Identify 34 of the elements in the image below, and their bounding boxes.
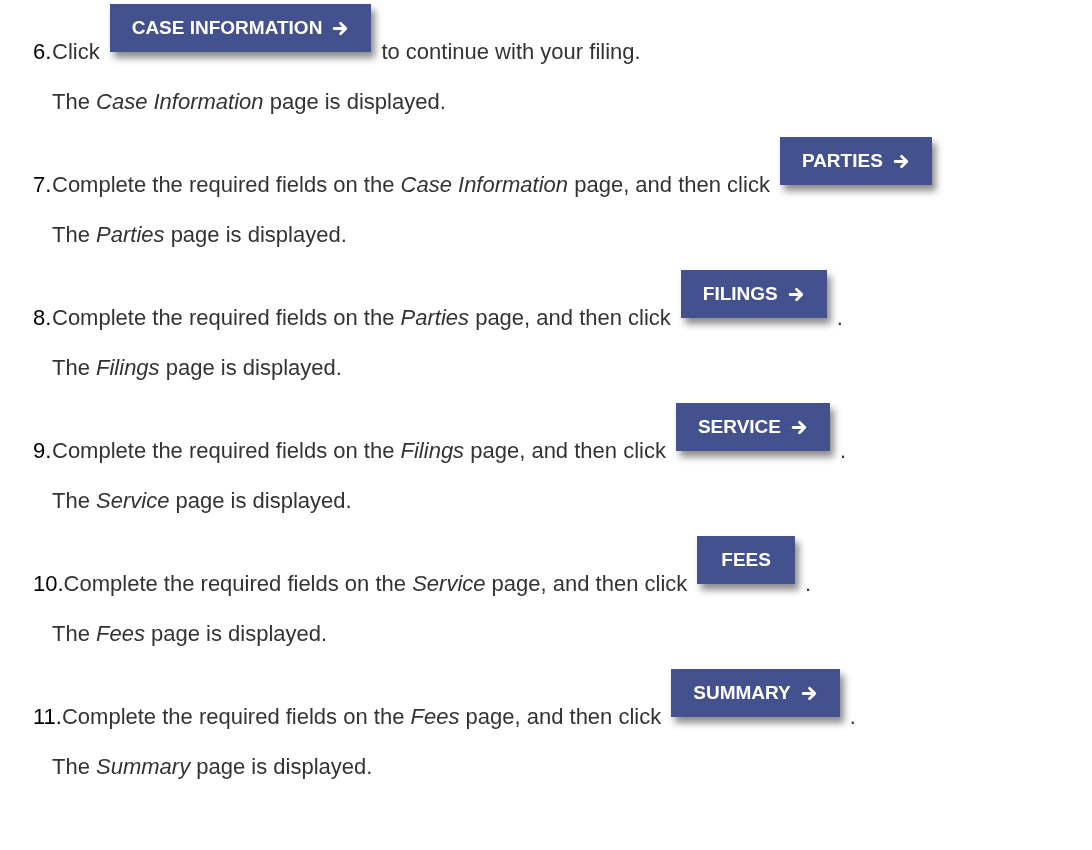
step-button[interactable]: FEES xyxy=(697,536,795,584)
step-text: Complete the required fields on the Filings page, and then click xyxy=(52,438,666,464)
step-text: . xyxy=(840,438,847,464)
arrow-right-icon xyxy=(791,418,808,436)
step-button[interactable]: CASE INFORMATION xyxy=(109,4,372,52)
result-text: The Summary page is displayed. xyxy=(52,754,374,780)
step-button[interactable]: SUMMARY xyxy=(671,669,840,717)
step-number: 7. xyxy=(33,172,52,198)
step-text: Complete the required fields on the Case Information page, and then click xyxy=(52,172,770,198)
step-text: . xyxy=(804,571,812,597)
step-text: Complete the required fields on the Parties page, and then click xyxy=(52,305,671,331)
arrow-right-icon xyxy=(892,152,910,170)
step-text: . xyxy=(849,704,856,730)
step-text: to continue with your filing. xyxy=(381,39,641,65)
step-text: Complete the required fields on the Service page, and then click xyxy=(63,571,688,597)
step-text: Click xyxy=(52,39,100,65)
arrow-right-icon xyxy=(800,684,818,702)
result-text: The Fees page is displayed. xyxy=(52,621,329,647)
step-text: . xyxy=(836,305,843,331)
step-button[interactable]: SERVICE xyxy=(675,403,830,451)
result-text: The Parties page is displayed. xyxy=(52,222,348,248)
step-number: 6. xyxy=(33,39,52,65)
result-text: The Service page is displayed. xyxy=(52,488,353,514)
step-number: 8. xyxy=(33,305,52,331)
result-text: The Case Information page is displayed. xyxy=(52,89,447,115)
arrow-right-icon xyxy=(787,285,805,303)
arrow-right-icon xyxy=(332,19,350,37)
step-number: 11. xyxy=(33,704,62,730)
step-number: 9. xyxy=(33,438,52,464)
step-text: Complete the required fields on the Fees page, and then click xyxy=(61,704,662,730)
result-text: The Filings page is displayed. xyxy=(52,355,343,381)
step-number: 10. xyxy=(33,571,64,597)
step-button[interactable]: PARTIES xyxy=(779,137,932,185)
step-button[interactable]: FILINGS xyxy=(680,270,827,318)
